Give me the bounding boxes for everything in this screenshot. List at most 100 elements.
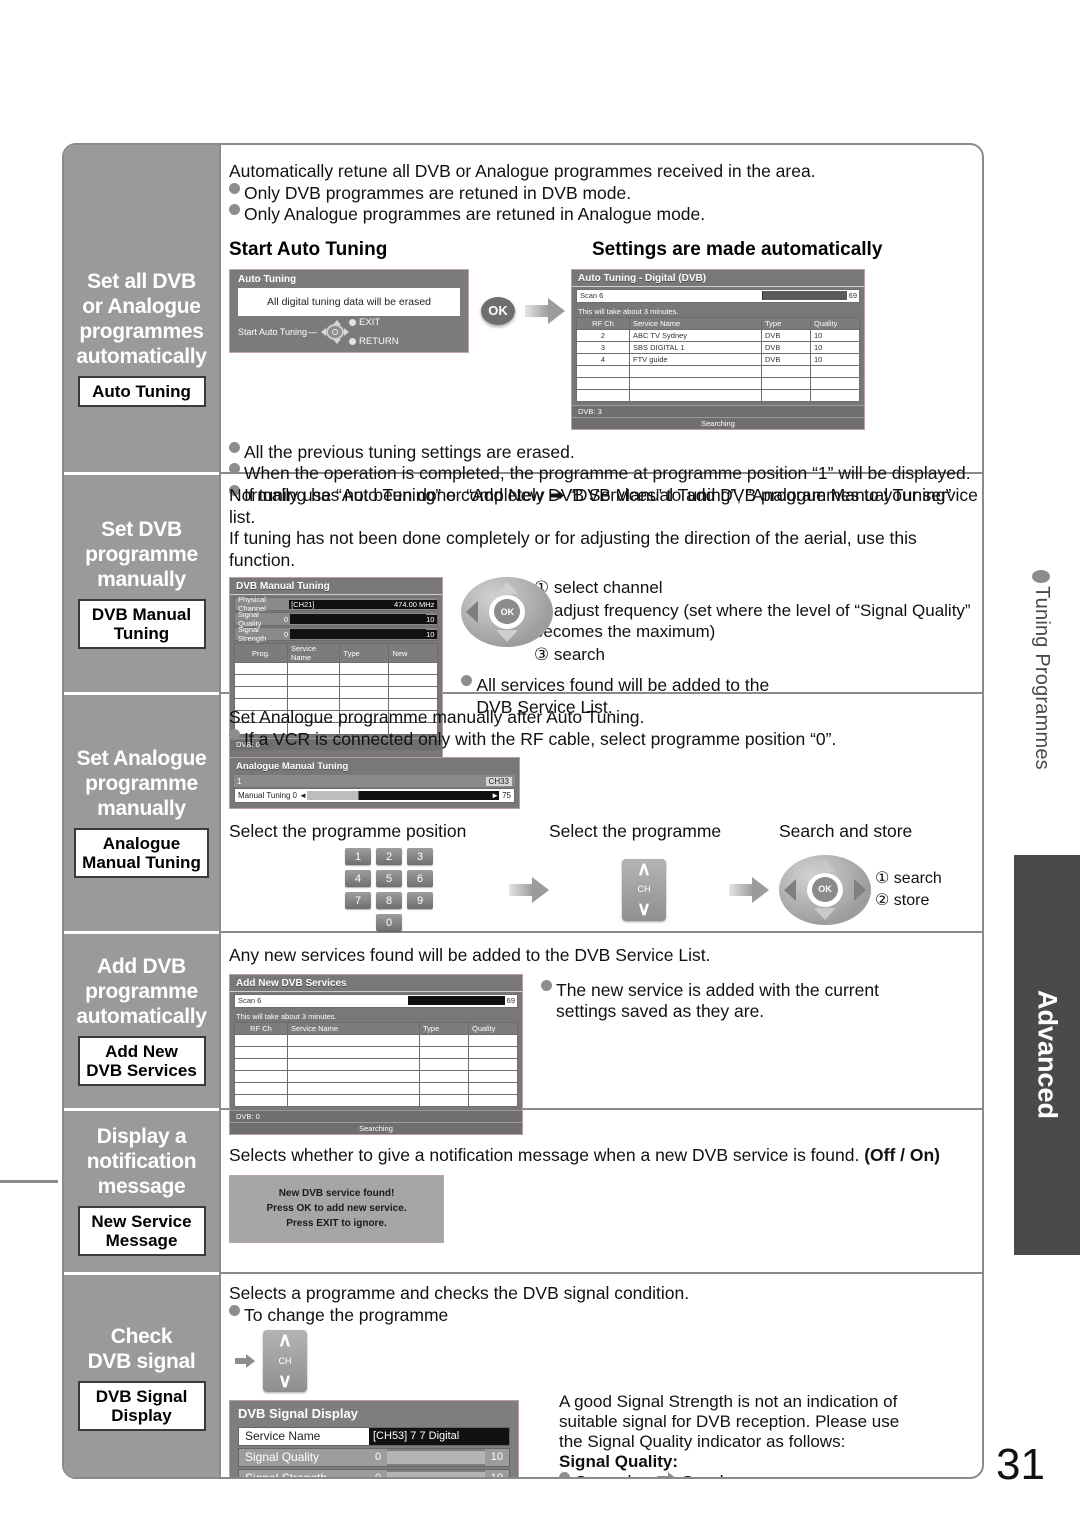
step-label-search-store: Search and store <box>779 821 913 841</box>
list-item: To change the programme <box>229 1304 982 1327</box>
bullet-icon <box>229 204 240 215</box>
col-new: New <box>388 643 439 663</box>
rail-section-dvb-signal-display: Check DVB signal DVB Signal Display <box>64 1277 219 1477</box>
chip-dvb-manual-tuning[interactable]: DVB Manual Tuning <box>77 598 206 649</box>
signal-info-line: A good Signal Strength is not an indicat… <box>559 1392 898 1411</box>
analogue-max: 75 <box>499 791 514 800</box>
table-row: 4 FTV guide DVB 10 <box>576 352 860 366</box>
return-hint: RETURN <box>349 336 399 347</box>
content-frame: Set all DVB or Analogue programmes autom… <box>62 143 984 1479</box>
service-name-label: Service Name <box>239 1428 369 1445</box>
table-row: 2 ABC TV Sydney DVB 10 <box>576 328 860 342</box>
ch-up-icon[interactable]: ∧ <box>278 1331 292 1350</box>
popup-line-3: Press EXIT to ignore. <box>286 1218 387 1229</box>
ch-down-icon[interactable]: ∨ <box>278 1372 292 1391</box>
key-8[interactable]: 8 <box>376 892 402 909</box>
table-row <box>234 1033 518 1047</box>
auto-tuning-intro: Automatically retune all DVB or Analogue… <box>229 161 816 181</box>
rail-section-dvb-manual: Set DVB programme manually DVB Manual Tu… <box>64 475 219 690</box>
rail-section-auto-tuning: Set all DVB or Analogue programmes autom… <box>64 205 219 470</box>
section-add-new-dvb-content: Any new services found will be added to … <box>229 945 982 1135</box>
tuning-programmes-dot-icon <box>1032 570 1050 583</box>
rail-section-new-service-message: Display a notification message New Servi… <box>64 1111 219 1269</box>
flow-arrow-icon <box>729 876 769 903</box>
advanced-tab: Advanced <box>1014 855 1080 1255</box>
rail-separator <box>64 1272 219 1275</box>
new-service-message-text: Selects whether to give a notification m… <box>229 1145 865 1165</box>
add-new-dvb-paragraph: Any new services found will be added to … <box>229 945 711 965</box>
signal-strength-max: 10 <box>484 1470 509 1477</box>
bullet-icon <box>229 441 240 453</box>
dot-icon <box>349 338 357 345</box>
key-9[interactable]: 9 <box>407 892 433 909</box>
dpad-icon[interactable]: OK <box>461 577 554 647</box>
section-dvb-signal-content: Selects a programme and checks the DVB s… <box>229 1283 982 1477</box>
chip-new-service-message[interactable]: New Service Message <box>77 1206 206 1256</box>
chip-auto-tuning[interactable]: Auto Tuning <box>77 375 206 407</box>
section-separator <box>221 931 982 933</box>
analogue-osd-title: Analogue Manual Tuning <box>236 761 349 772</box>
chip-add-new-dvb-services[interactable]: Add New DVB Services <box>77 1036 206 1086</box>
manual-page: Tuning Programmes Advanced 3 1 Set all DV… <box>0 0 1080 1528</box>
tuning-programmes-tab: Tuning Programmes <box>1031 586 1053 770</box>
list-item: When the operation is completed, the pro… <box>229 463 982 485</box>
table-row <box>576 388 860 402</box>
physical-channel-value: [CH21] <box>289 599 317 609</box>
key-7[interactable]: 7 <box>345 892 371 909</box>
list-item: Green bar Good <box>559 1472 899 1477</box>
ok-button[interactable]: OK <box>481 296 515 325</box>
auto-tuning-dialog: Auto Tuning All digital tuning data will… <box>229 268 469 353</box>
channel-rocker-key[interactable]: ∧ CH ∨ <box>622 858 666 921</box>
analogue-position: 1 <box>237 776 242 786</box>
scan-label: Scan <box>238 996 256 1005</box>
col-rf-ch: RF Ch <box>576 316 630 330</box>
key-0[interactable]: 0 <box>376 914 402 931</box>
chip-analogue-manual-tuning[interactable]: Analogue Manual Tuning <box>74 828 209 878</box>
bullet-icon <box>461 675 473 686</box>
list-item: Only Analogue programmes are retuned in … <box>229 204 982 226</box>
ch-up-icon[interactable]: ∧ <box>637 860 651 879</box>
key-1[interactable]: 1 <box>345 848 371 865</box>
key-4[interactable]: 4 <box>345 870 371 887</box>
physical-channel-frequency: 474.00 MHz <box>316 599 438 609</box>
add-new-dvb-osd-footer: Searching <box>230 1121 522 1134</box>
col-rf-ch: RF Ch <box>234 1021 288 1035</box>
rail-header-add-new-dvb: Add DVB programme automatically <box>76 955 207 1028</box>
col-type: Type <box>339 643 390 663</box>
step-label-select-position: Select the programme position <box>229 821 467 841</box>
analogue-min: 0 <box>292 791 297 800</box>
col-service-name: Service Name <box>287 1021 420 1035</box>
rail-header-new-service-message: Display a notification message <box>86 1125 197 1198</box>
table-row <box>234 674 439 687</box>
table-row <box>234 686 439 699</box>
list-item: Only DVB programmes are retuned in DVB m… <box>229 182 982 205</box>
auto-tuning-note: All the previous tuning settings are era… <box>244 441 575 462</box>
auto-tuning-intro-bullet: Only Analogue programmes are retuned in … <box>244 204 706 224</box>
step-1: ① select channel <box>533 578 663 597</box>
key-2[interactable]: 2 <box>376 848 402 865</box>
table-header-row: RF Ch Service Name Type Quality <box>576 316 860 330</box>
ch-label: CH <box>637 884 651 895</box>
key-5[interactable]: 5 <box>376 870 402 887</box>
ch-down-icon[interactable]: ∨ <box>637 900 651 919</box>
auto-tuning-osd-status: DVB: 3 <box>572 404 864 417</box>
new-service-popup: New DVB service found! Press OK to add n… <box>229 1174 444 1243</box>
channel-rocker-key[interactable]: ∧ CH ∨ <box>263 1330 307 1392</box>
list-item: All the previous tuning settings are era… <box>229 441 982 464</box>
signal-info-line: suitable signal for DVB reception. Pleas… <box>559 1412 900 1431</box>
auto-tuning-note: When the operation is completed, the pro… <box>244 463 971 483</box>
key-3[interactable]: 3 <box>407 848 433 865</box>
key-6[interactable]: 6 <box>407 870 433 887</box>
col-service-name: Service Name <box>286 643 341 663</box>
scan-track <box>605 291 847 300</box>
add-new-dvb-osd-status: DVB: 0 <box>230 1109 522 1122</box>
numeric-keypad[interactable]: 1 2 3 4 5 6 7 8 9 <box>345 848 433 909</box>
new-service-message-options: (Off / On) <box>864 1145 941 1165</box>
chip-dvb-signal-display[interactable]: DVB Signal Display <box>77 1380 206 1431</box>
flow-arrow-icon <box>235 1354 255 1368</box>
dpad-ok-button[interactable]: OK <box>812 876 838 902</box>
store-step-1: ① search <box>875 869 942 887</box>
dpad-icon[interactable]: OK <box>779 854 871 925</box>
signal-quality-max: 10 <box>426 614 438 624</box>
rail-header-dvb-signal: Check DVB signal <box>87 1324 196 1373</box>
